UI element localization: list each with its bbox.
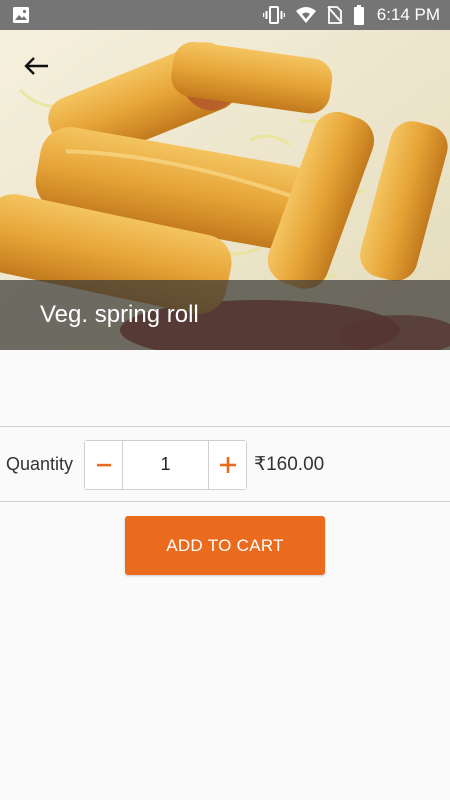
minus-icon	[96, 463, 111, 466]
status-right: 6:14 PM	[262, 5, 440, 25]
quantity-row: Quantity 1 ₹160.00	[0, 427, 450, 502]
no-sim-icon	[327, 6, 343, 24]
add-to-cart-button[interactable]: ADD TO CART	[125, 516, 325, 575]
quantity-stepper: 1	[84, 439, 247, 490]
image-icon	[12, 6, 30, 24]
battery-icon	[353, 5, 365, 25]
divider-bottom	[0, 501, 450, 502]
product-image: Veg. spring roll	[0, 30, 450, 350]
back-button[interactable]	[16, 50, 56, 82]
quantity-label: Quantity	[6, 454, 74, 474]
price: ₹160.00	[254, 454, 325, 475]
status-left	[12, 6, 30, 24]
status-bar: 6:14 PM	[0, 0, 450, 30]
status-time: 6:14 PM	[376, 5, 440, 24]
increment-button[interactable]	[209, 440, 246, 489]
arrow-left-icon	[24, 57, 48, 75]
decrement-button[interactable]	[85, 440, 122, 489]
title-overlay: Veg. spring roll	[0, 280, 450, 350]
quantity-input[interactable]: 1	[122, 440, 209, 489]
wifi-icon	[295, 6, 317, 24]
vibrate-icon	[262, 6, 285, 24]
product-title: Veg. spring roll	[40, 301, 199, 328]
plus-icon	[219, 456, 236, 473]
